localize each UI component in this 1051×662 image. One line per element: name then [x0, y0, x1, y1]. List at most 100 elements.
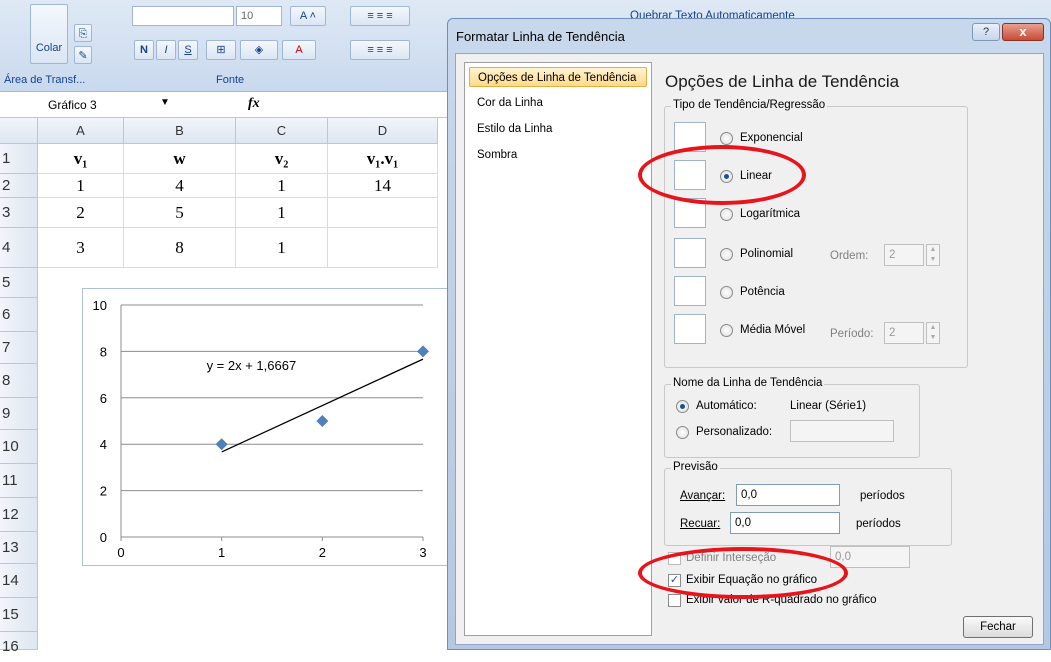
show-r-squared-checkbox[interactable]	[668, 594, 681, 607]
set-intercept-input[interactable]: 0,0	[830, 546, 910, 568]
logarithmic-label[interactable]: Logarítmica	[740, 208, 800, 220]
cell-b4[interactable]: 8	[124, 228, 236, 268]
close-dialog-button[interactable]: Fechar	[963, 616, 1033, 638]
row-header[interactable]: 14	[0, 564, 38, 598]
row-header[interactable]: 1	[0, 144, 38, 174]
fill-color-button[interactable]: ◈	[240, 40, 278, 60]
align-left-button[interactable]: ≡ ≡ ≡	[350, 40, 410, 60]
clipboard-group-label: Área de Transf...	[4, 74, 86, 86]
scatter-chart[interactable]: 0 2 4 6 8 10 0 1 2 3 y = 2x + 1,6667	[82, 288, 452, 566]
y-tick-label: 6	[100, 391, 107, 406]
moving-average-label[interactable]: Média Móvel	[740, 324, 805, 336]
format-painter-icon[interactable]: ✎	[74, 46, 92, 64]
custom-name-label[interactable]: Personalizado:	[696, 426, 772, 438]
x-tick-label: 3	[419, 545, 426, 560]
cell-b3[interactable]: 5	[124, 198, 236, 228]
polynomial-radio[interactable]	[720, 248, 733, 261]
order-spinner[interactable]: ▲ ▼	[926, 244, 940, 266]
nav-item-trendline-options[interactable]: Opções de Linha de Tendência	[469, 67, 647, 87]
grow-font-button[interactable]: A ˄	[290, 6, 326, 26]
paste-button[interactable]: Colar	[30, 4, 68, 64]
cell-d4[interactable]	[328, 228, 438, 268]
backward-input[interactable]: 0,0	[730, 512, 840, 534]
font-color-button[interactable]: A	[282, 40, 316, 60]
polynomial-label[interactable]: Polinomial	[740, 248, 793, 260]
row-header[interactable]: 16	[0, 632, 38, 655]
align-top-button[interactable]: ≡ ≡ ≡	[350, 6, 410, 26]
cell-d2[interactable]: 14	[328, 174, 438, 198]
set-intercept-label[interactable]: Definir Interseção	[686, 552, 776, 564]
automatic-name-label[interactable]: Automático:	[696, 400, 757, 412]
show-r-squared-label[interactable]: Exibir valor de R-quadrado no gráfico	[686, 594, 877, 606]
column-header-d[interactable]: D	[328, 118, 438, 144]
italic-button[interactable]: I	[156, 40, 176, 60]
row-header[interactable]: 11	[0, 464, 38, 498]
borders-button[interactable]: ⊞	[206, 40, 236, 60]
cell-a1[interactable]: v₁	[38, 144, 124, 174]
custom-name-input[interactable]	[790, 420, 894, 442]
cell-d1[interactable]: v₁.v₁	[328, 144, 438, 174]
linear-radio[interactable]	[720, 170, 733, 183]
cell-b2[interactable]: 4	[124, 174, 236, 198]
row-header[interactable]: 8	[0, 364, 38, 398]
cell-c2[interactable]: 1	[236, 174, 328, 198]
custom-name-radio[interactable]	[676, 426, 689, 439]
nav-item-line-color[interactable]: Cor da Linha	[469, 93, 647, 113]
row-header[interactable]: 5	[0, 268, 38, 298]
cell-a2[interactable]: 1	[38, 174, 124, 198]
close-icon[interactable]: x	[1002, 23, 1044, 41]
cell-c4[interactable]: 1	[236, 228, 328, 268]
order-label: Ordem:	[830, 250, 869, 262]
cell-a3[interactable]: 2	[38, 198, 124, 228]
logarithmic-radio[interactable]	[720, 208, 733, 221]
exponential-label[interactable]: Exponencial	[740, 132, 803, 144]
panel-title: Opções de Linha de Tendência	[665, 72, 900, 91]
chart-svg: 0 2 4 6 8 10 0 1 2 3 y = 2x + 1,6667	[93, 298, 429, 560]
font-name-input[interactable]	[132, 6, 234, 26]
order-input[interactable]: 2	[884, 244, 924, 266]
show-equation-checkbox[interactable]: ✓	[668, 574, 681, 587]
row-header[interactable]: 4	[0, 228, 38, 268]
row-header[interactable]: 13	[0, 532, 38, 564]
period-spinner[interactable]: ▲ ▼	[926, 322, 940, 344]
x-tick-label: 2	[319, 545, 326, 560]
nav-item-line-style[interactable]: Estilo da Linha	[469, 119, 647, 139]
column-header-c[interactable]: C	[236, 118, 328, 144]
row-header[interactable]: 12	[0, 498, 38, 532]
cell-c3[interactable]: 1	[236, 198, 328, 228]
row-header[interactable]: 2	[0, 174, 38, 198]
bold-button[interactable]: N	[134, 40, 154, 60]
nav-item-shadow[interactable]: Sombra	[469, 145, 647, 165]
cell-a4[interactable]: 3	[38, 228, 124, 268]
underline-button[interactable]: S	[178, 40, 198, 60]
row-header[interactable]: 3	[0, 198, 38, 228]
automatic-name-radio[interactable]	[676, 400, 689, 413]
linear-label[interactable]: Linear	[740, 170, 772, 182]
exponential-radio[interactable]	[720, 132, 733, 145]
column-header-a[interactable]: A	[38, 118, 124, 144]
copy-icon[interactable]: ⎘	[74, 24, 92, 42]
power-label[interactable]: Potência	[740, 286, 785, 298]
name-box-dropdown-icon[interactable]: ▼	[160, 97, 170, 108]
cell-c1[interactable]: v₂	[236, 144, 328, 174]
help-button[interactable]: ?	[972, 23, 1000, 41]
power-radio[interactable]	[720, 286, 733, 299]
row-header[interactable]: 7	[0, 332, 38, 364]
forward-periods-label: períodos	[860, 490, 905, 502]
period-input[interactable]: 2	[884, 322, 924, 344]
column-header-b[interactable]: B	[124, 118, 236, 144]
row-header[interactable]: 10	[0, 430, 38, 464]
cell-d3[interactable]	[328, 198, 438, 228]
forecast-group: Previsão	[664, 461, 952, 546]
row-header[interactable]: 9	[0, 398, 38, 430]
select-all-corner[interactable]	[0, 118, 38, 144]
moving-average-radio[interactable]	[720, 324, 733, 337]
font-size-input[interactable]: 10	[236, 6, 282, 26]
fx-icon[interactable]: fx	[248, 96, 260, 112]
set-intercept-checkbox[interactable]	[668, 552, 681, 565]
row-header[interactable]: 15	[0, 598, 38, 632]
show-equation-label[interactable]: Exibir Equação no gráfico	[686, 574, 817, 586]
forward-input[interactable]: 0,0	[736, 484, 840, 506]
row-header[interactable]: 6	[0, 298, 38, 332]
cell-b1[interactable]: w	[124, 144, 236, 174]
